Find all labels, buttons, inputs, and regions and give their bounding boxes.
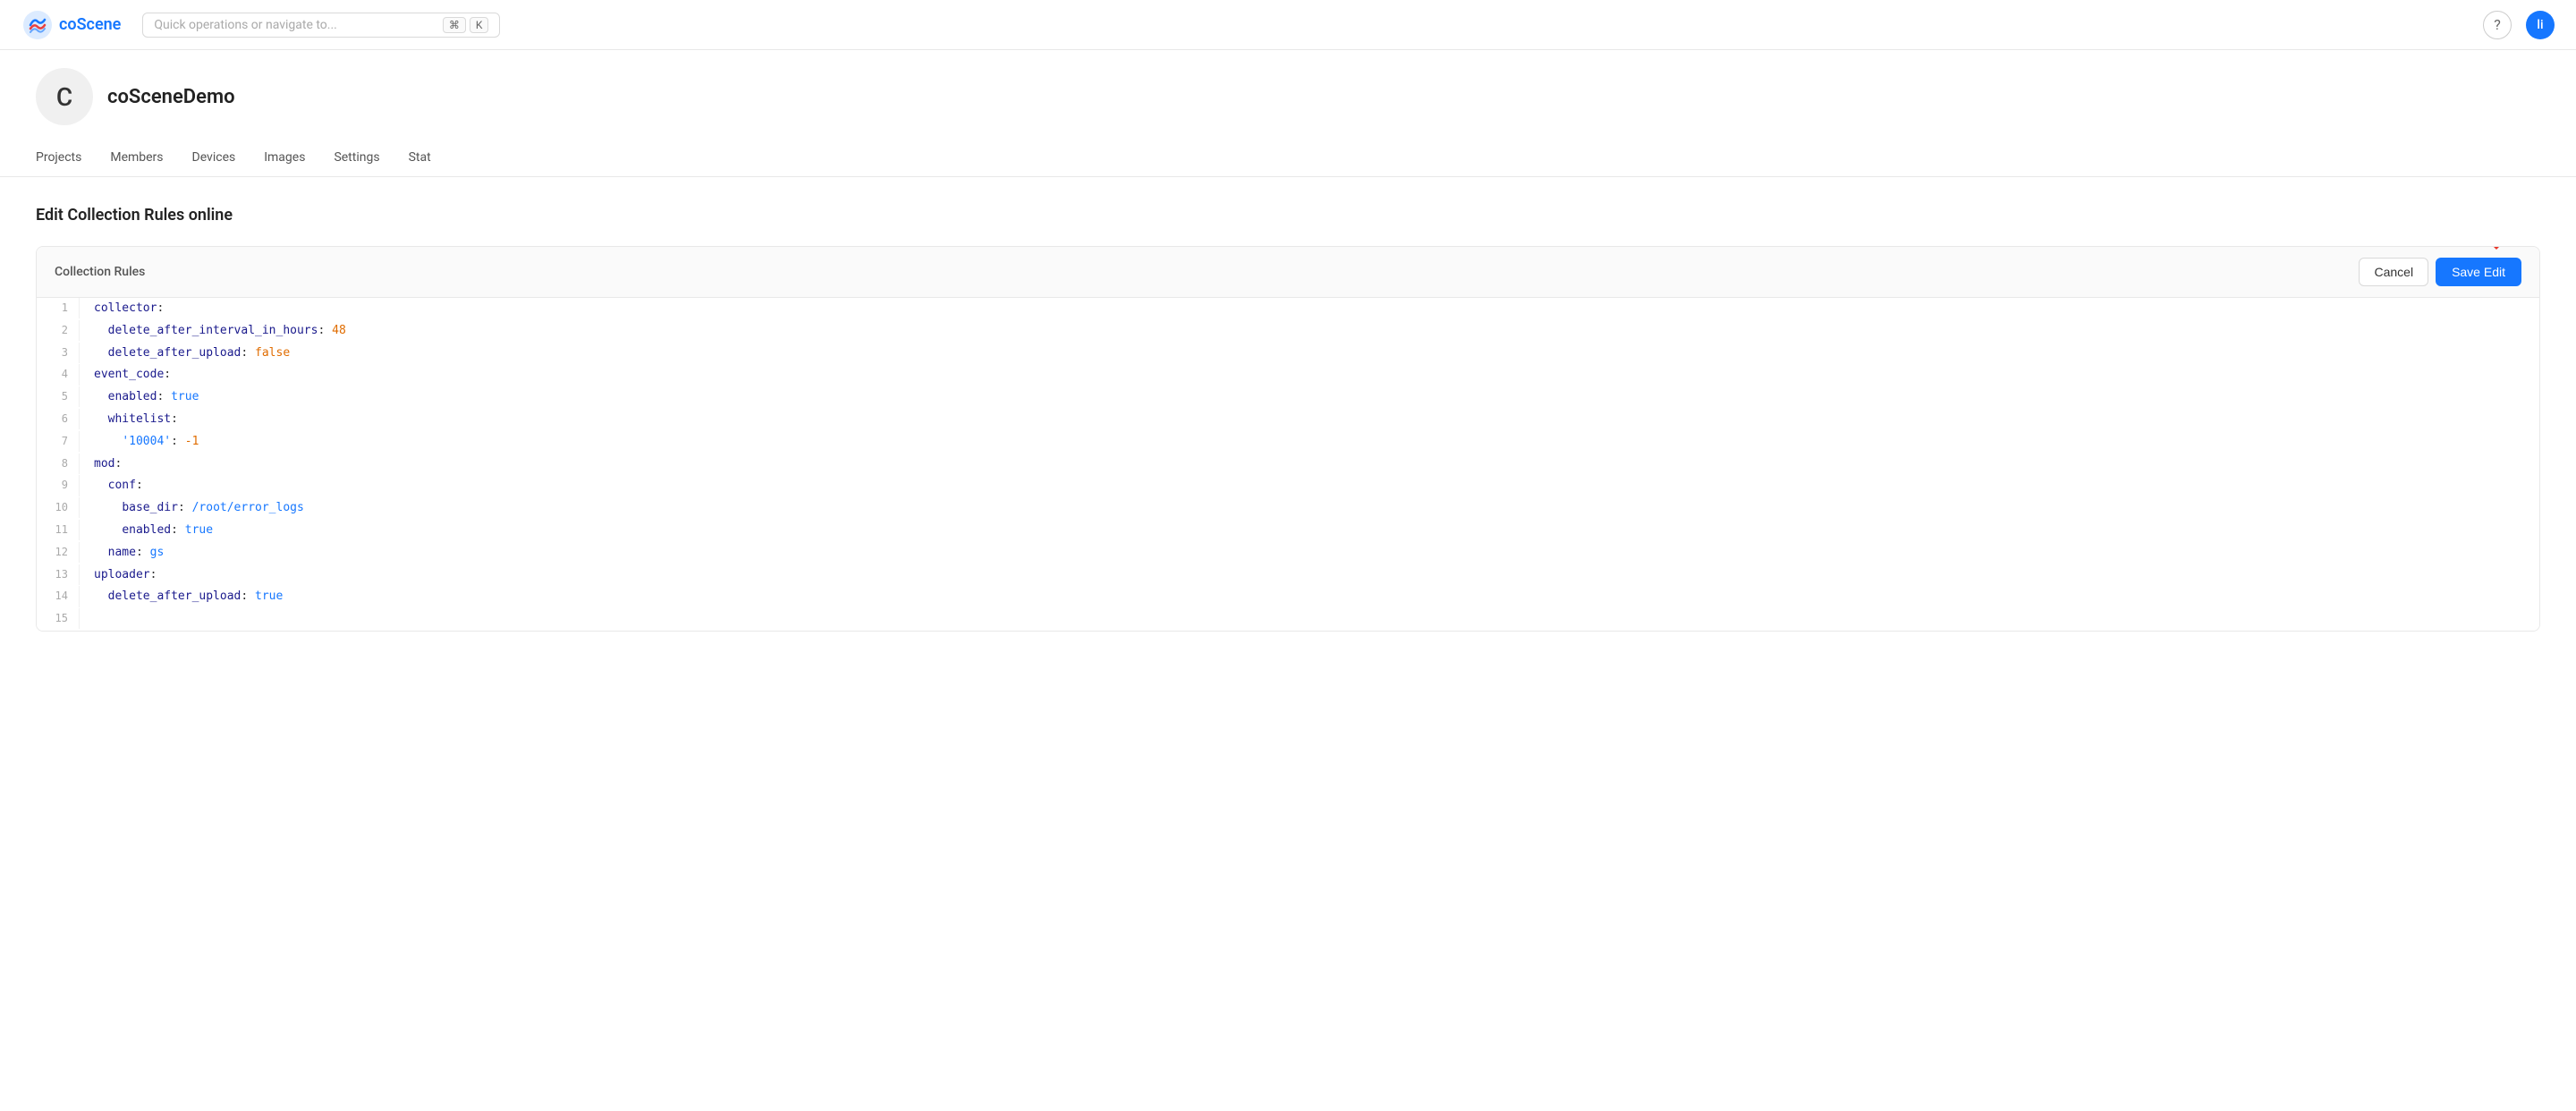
line-content-13: uploader: xyxy=(80,564,2539,587)
code-line-12: 12 name: gs xyxy=(37,542,2539,564)
help-button[interactable]: ? xyxy=(2483,11,2512,39)
tab-devices[interactable]: Devices xyxy=(192,140,236,177)
line-num-2: 2 xyxy=(37,320,80,341)
code-line-13: 13 uploader: xyxy=(37,564,2539,587)
line-num-3: 3 xyxy=(37,343,80,363)
line-content-10: base_dir: /root/error_logs xyxy=(80,497,2539,520)
line-num-9: 9 xyxy=(37,475,80,496)
line-content-2: delete_after_interval_in_hours: 48 xyxy=(80,320,2539,343)
tab-images[interactable]: Images xyxy=(264,140,305,177)
user-avatar[interactable]: li xyxy=(2526,11,2555,39)
question-mark-icon: ? xyxy=(2494,16,2501,33)
line-num-13: 13 xyxy=(37,564,80,585)
line-num-10: 10 xyxy=(37,497,80,518)
app-header: coScene Quick operations or navigate to.… xyxy=(0,0,2576,50)
code-line-2: 2 delete_after_interval_in_hours: 48 xyxy=(37,320,2539,343)
logo-text: coScene xyxy=(59,15,121,34)
code-line-1: 1 collector: xyxy=(37,298,2539,320)
org-avatar-letter: C xyxy=(56,82,72,112)
line-content-6: whitelist: xyxy=(80,409,2539,431)
line-content-1: collector: xyxy=(80,298,2539,320)
line-content-4: event_code: xyxy=(80,364,2539,386)
line-num-12: 12 xyxy=(37,542,80,563)
line-num-11: 11 xyxy=(37,520,80,540)
org-header: C coSceneDemo xyxy=(0,50,2576,125)
tab-members[interactable]: Members xyxy=(110,140,163,177)
tab-stat[interactable]: Stat xyxy=(409,140,431,177)
header-right: ? li xyxy=(2483,11,2555,39)
line-content-14: delete_after_upload: true xyxy=(80,586,2539,608)
line-num-14: 14 xyxy=(37,586,80,606)
tab-projects[interactable]: Projects xyxy=(36,140,81,177)
code-line-4: 4 event_code: xyxy=(37,364,2539,386)
editor-toolbar-title: Collection Rules xyxy=(55,265,145,279)
main-content: Edit Collection Rules online Collection … xyxy=(0,177,2576,660)
line-content-11: enabled: true xyxy=(80,520,2539,542)
code-line-8: 8 mod: xyxy=(37,454,2539,476)
line-num-7: 7 xyxy=(37,431,80,452)
tab-settings[interactable]: Settings xyxy=(334,140,379,177)
search-bar[interactable]: Quick operations or navigate to... ⌘ K xyxy=(142,13,500,38)
line-num-1: 1 xyxy=(37,298,80,318)
cancel-button[interactable]: Cancel xyxy=(2359,258,2428,286)
kbd-k: K xyxy=(470,17,489,33)
editor-toolbar: Collection Rules Cancel Click [Save Edit… xyxy=(37,247,2539,298)
line-num-5: 5 xyxy=(37,386,80,407)
line-content-8: mod: xyxy=(80,454,2539,476)
line-content-12: name: gs xyxy=(80,542,2539,564)
line-num-8: 8 xyxy=(37,454,80,474)
editor-card: Collection Rules Cancel Click [Save Edit… xyxy=(36,246,2540,632)
toolbar-buttons: Cancel Click [Save Edit] Save Edit xyxy=(2359,258,2521,286)
line-num-4: 4 xyxy=(37,364,80,385)
save-edit-button[interactable]: Save Edit xyxy=(2436,258,2521,286)
line-num-6: 6 xyxy=(37,409,80,429)
nav-tabs: Projects Members Devices Images Settings… xyxy=(0,140,2576,177)
org-avatar: C xyxy=(36,68,93,125)
code-line-15: 15 xyxy=(37,608,2539,631)
code-line-9: 9 conf: xyxy=(37,475,2539,497)
logo-icon xyxy=(21,9,54,41)
code-line-7: 7 '10004': -1 xyxy=(37,431,2539,454)
line-content-7: '10004': -1 xyxy=(80,431,2539,454)
code-line-11: 11 enabled: true xyxy=(37,520,2539,542)
section-title: Edit Collection Rules online xyxy=(36,206,2540,225)
code-line-5: 5 enabled: true xyxy=(37,386,2539,409)
line-content-3: delete_after_upload: false xyxy=(80,343,2539,365)
line-content-5: enabled: true xyxy=(80,386,2539,409)
search-shortcut: ⌘ K xyxy=(443,17,489,33)
code-line-6: 6 whitelist: xyxy=(37,409,2539,431)
logo[interactable]: coScene xyxy=(21,9,121,41)
save-hint-wrapper: Click [Save Edit] Save Edit xyxy=(2436,258,2521,286)
avatar-initial: li xyxy=(2537,18,2543,32)
line-content-15 xyxy=(80,608,2539,631)
code-line-3: 3 delete_after_upload: false xyxy=(37,343,2539,365)
code-line-14: 14 delete_after_upload: true xyxy=(37,586,2539,608)
search-placeholder-text: Quick operations or navigate to... xyxy=(154,18,337,32)
org-name: coSceneDemo xyxy=(107,86,235,108)
code-line-10: 10 base_dir: /root/error_logs xyxy=(37,497,2539,520)
kbd-cmd: ⌘ xyxy=(443,17,466,33)
line-num-15: 15 xyxy=(37,608,80,629)
code-editor-body: 1 collector: 2 delete_after_interval_in_… xyxy=(37,298,2539,631)
line-content-9: conf: xyxy=(80,475,2539,497)
code-editor[interactable]: 1 collector: 2 delete_after_interval_in_… xyxy=(37,298,2539,631)
